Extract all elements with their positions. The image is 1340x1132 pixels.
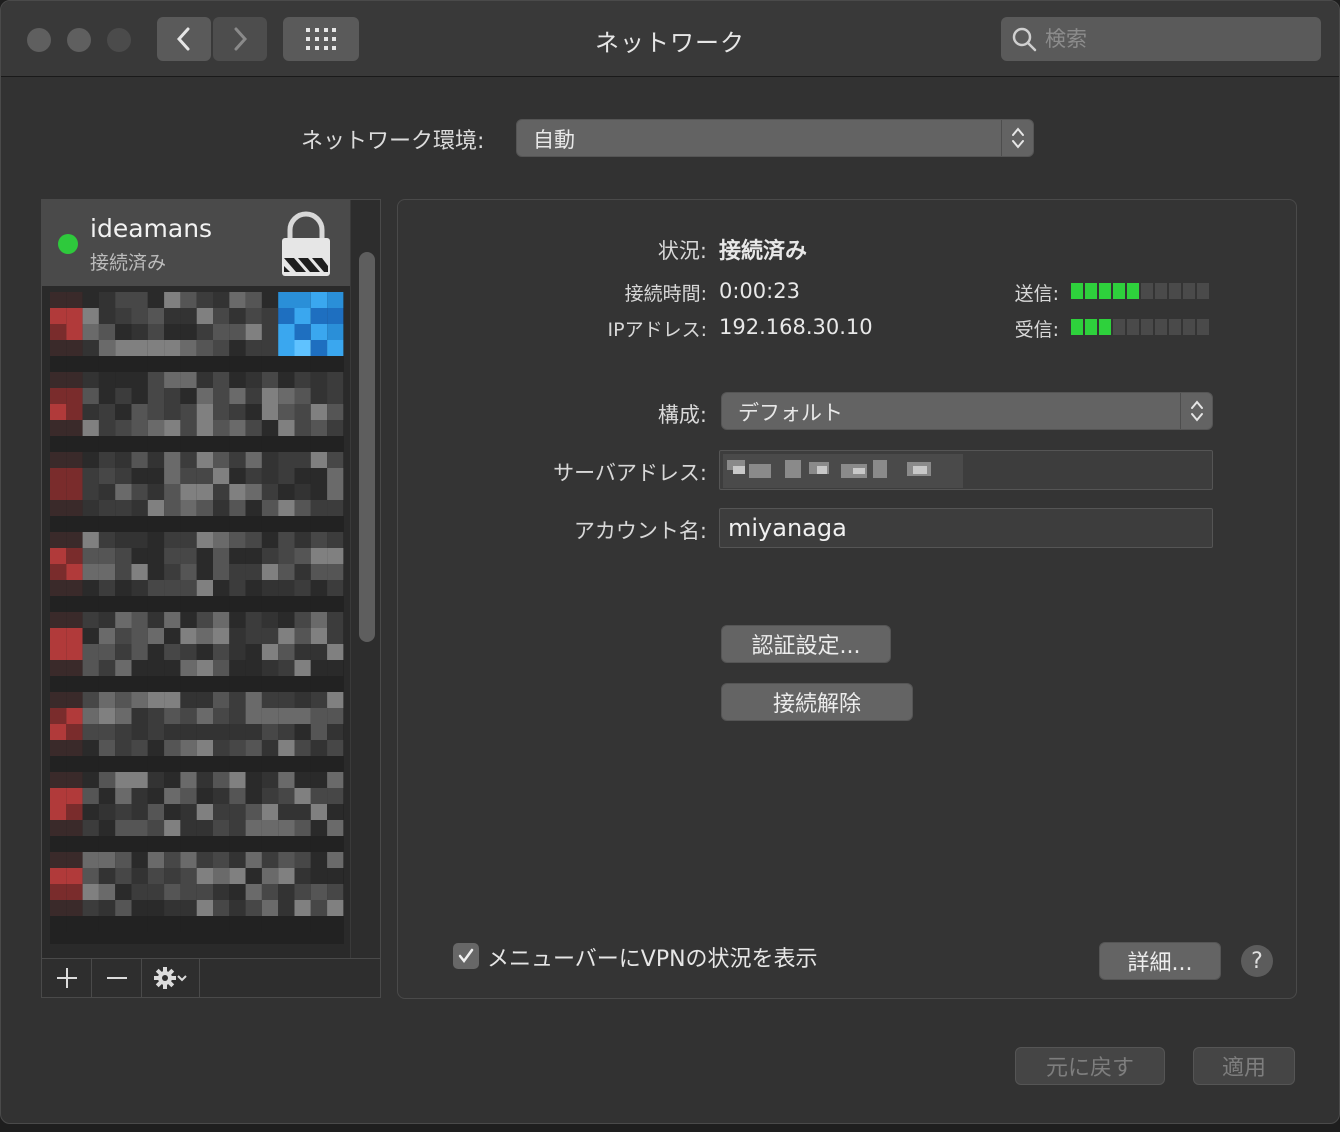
- service-list[interactable]: ideamans 接続済み: [41, 199, 381, 959]
- meter-segment: [1127, 283, 1139, 299]
- service-status: 接続済み: [90, 252, 167, 274]
- disconnect-button[interactable]: 接続解除: [721, 683, 913, 721]
- action-menu-button[interactable]: [142, 959, 200, 997]
- service-item-ideamans[interactable]: ideamans 接続済み: [42, 200, 350, 286]
- meter-segment: [1141, 319, 1153, 335]
- meter-segment: [1197, 283, 1209, 299]
- meter-segment: [1071, 319, 1083, 335]
- meter-segment: [1071, 283, 1083, 299]
- meter-segment: [1127, 319, 1139, 335]
- minus-icon: [106, 977, 127, 979]
- location-value: 自動: [533, 128, 575, 152]
- account-name-field[interactable]: miyanaga: [719, 508, 1213, 548]
- meter-segment: [1169, 283, 1181, 299]
- auth-settings-button[interactable]: 認証設定...: [721, 625, 891, 663]
- titlebar: ネットワーク: [1, 1, 1339, 77]
- search-input[interactable]: [1045, 23, 1305, 55]
- search-icon: [1012, 27, 1037, 52]
- show-vpn-status-label: メニューバーにVPNの状況を表示: [487, 947, 818, 972]
- send-label: 送信:: [1014, 283, 1059, 305]
- service-list-toolbar: [41, 958, 381, 998]
- scrollbar-thumb[interactable]: [359, 252, 375, 642]
- receive-label: 受信:: [1014, 319, 1059, 341]
- status-value: 接続済み: [719, 239, 808, 264]
- status-dot: [58, 234, 78, 254]
- gear-icon: [153, 967, 187, 989]
- meter-segment: [1099, 283, 1111, 299]
- sidebar-scrollbar[interactable]: [350, 200, 380, 958]
- advanced-button[interactable]: 詳細...: [1099, 942, 1221, 980]
- connect-time-label: 接続時間:: [624, 283, 707, 305]
- meter-segment: [1155, 283, 1167, 299]
- checkmark-icon: [458, 948, 474, 964]
- revert-button[interactable]: 元に戻す: [1015, 1047, 1165, 1085]
- meter-segment: [1183, 283, 1195, 299]
- meter-segment: [1085, 319, 1097, 335]
- status-label: 状況:: [657, 239, 707, 263]
- remove-service-button[interactable]: [92, 959, 142, 997]
- meter-segment: [1113, 283, 1125, 299]
- updown-arrows-icon: [1001, 120, 1033, 156]
- meter-segment: [1197, 319, 1209, 335]
- config-value: デフォルト: [738, 401, 843, 425]
- meter-segment: [1141, 283, 1153, 299]
- account-name-label: アカウント名:: [573, 519, 707, 543]
- config-label: 構成:: [657, 403, 707, 427]
- search-field[interactable]: [1001, 17, 1321, 61]
- location-label: ネットワーク環境:: [301, 129, 485, 154]
- plus-icon: [56, 968, 77, 988]
- connect-time-value: 0:00:23: [719, 279, 800, 303]
- receive-meter: [1071, 319, 1209, 335]
- meter-segment: [1183, 319, 1195, 335]
- server-address-label: サーバアドレス:: [553, 461, 707, 485]
- obscured-server-address: [723, 454, 963, 488]
- meter-segment: [1099, 319, 1111, 335]
- send-meter: [1071, 283, 1209, 299]
- obscured-service-list: [50, 292, 344, 944]
- ip-address-value: 192.168.30.10: [719, 315, 873, 339]
- network-preferences-window: ネットワーク ネットワーク環境: 自動 ideamans 接続済み: [0, 0, 1340, 1124]
- show-vpn-status-checkbox[interactable]: [453, 943, 479, 969]
- meter-segment: [1155, 319, 1167, 335]
- service-name: ideamans: [90, 214, 213, 243]
- config-popup[interactable]: デフォルト: [721, 392, 1213, 430]
- ip-address-label: IPアドレス:: [607, 319, 707, 341]
- meter-segment: [1169, 319, 1181, 335]
- help-button[interactable]: ?: [1241, 945, 1273, 977]
- vpn-lock-icon: [282, 211, 330, 276]
- apply-button[interactable]: 適用: [1193, 1047, 1295, 1085]
- meter-segment: [1085, 283, 1097, 299]
- add-service-button[interactable]: [42, 959, 92, 997]
- meter-segment: [1113, 319, 1125, 335]
- updown-arrows-icon: [1180, 393, 1212, 429]
- location-popup[interactable]: 自動: [516, 119, 1034, 157]
